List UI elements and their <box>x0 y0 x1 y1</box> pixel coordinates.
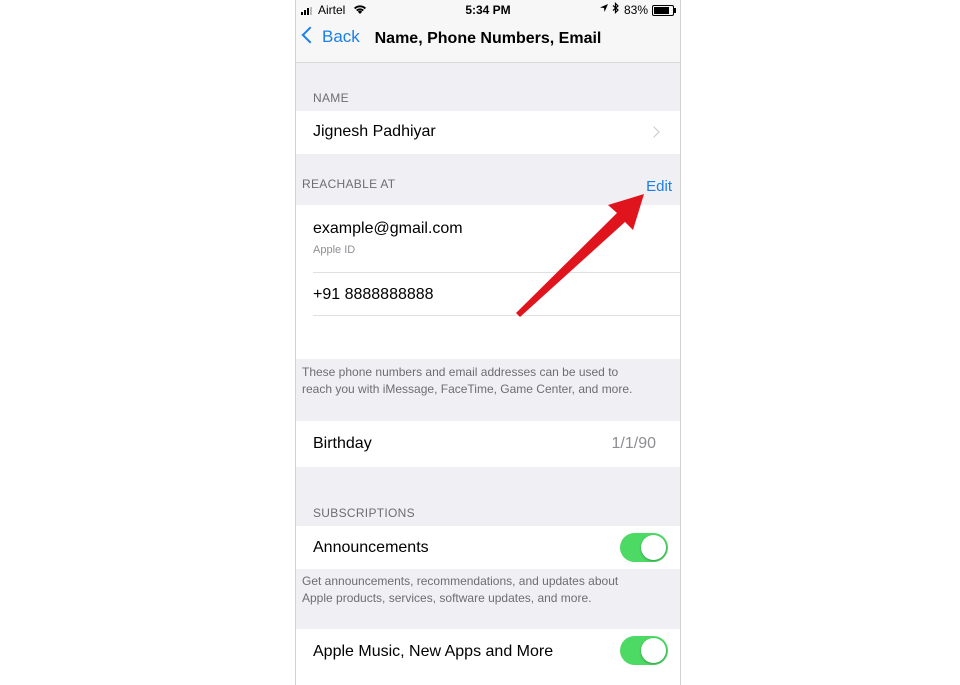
section-header-subscriptions: SUBSCRIPTIONS <box>313 506 415 520</box>
bluetooth-icon <box>612 2 620 17</box>
status-bar: Airtel 5:34 PM 83% <box>296 0 680 20</box>
phone-screen: Airtel 5:34 PM 83% Back Name, Phone Numb… <box>295 0 681 685</box>
announcements-toggle[interactable] <box>620 533 668 562</box>
location-icon <box>599 3 609 16</box>
navigation-bar: Back Name, Phone Numbers, Email <box>296 20 680 63</box>
battery-level-fill <box>654 7 669 14</box>
apple-music-toggle[interactable] <box>620 636 668 665</box>
chevron-right-icon <box>648 126 660 138</box>
reachable-footer: These phone numbers and email addresses … <box>302 364 662 398</box>
divider <box>313 272 680 273</box>
toggle-knob <box>641 535 666 560</box>
subscriptions-footer: Get announcements, recommendations, and … <box>302 573 662 607</box>
apple-music-cell: Apple Music, New Apps and More <box>296 629 680 685</box>
name-cell[interactable]: Jignesh Padhiyar <box>296 111 680 154</box>
email-subtitle: Apple ID <box>313 244 356 256</box>
battery-percentage: 83% <box>624 3 649 17</box>
status-time: 5:34 PM <box>465 3 511 17</box>
edit-button[interactable]: Edit <box>646 178 672 195</box>
name-value: Jignesh Padhiyar <box>313 123 436 140</box>
email-address[interactable]: example@gmail.com <box>313 220 463 238</box>
divider <box>313 315 680 316</box>
reachable-group: example@gmail.com Apple ID +91 888888888… <box>296 205 680 359</box>
birthday-value: 1/1/90 <box>611 435 656 452</box>
announcements-label: Announcements <box>313 539 429 556</box>
phone-number[interactable]: +91 8888888888 <box>313 286 434 304</box>
birthday-cell[interactable]: Birthday 1/1/90 <box>296 421 680 467</box>
footer-text-line: Apple products, services, software updat… <box>302 591 592 605</box>
apple-music-label: Apple Music, New Apps and More <box>313 643 554 660</box>
birthday-label: Birthday <box>313 435 372 452</box>
page-title: Name, Phone Numbers, Email <box>374 30 602 47</box>
footer-text-line: These phone numbers and email addresses … <box>302 365 619 379</box>
battery-icon <box>652 5 676 16</box>
announcements-cell: Announcements <box>296 526 680 569</box>
toggle-knob <box>641 638 666 663</box>
footer-text-line: reach you with iMessage, FaceTime, Game … <box>302 382 633 396</box>
footer-text-line: Get announcements, recommendations, and … <box>302 574 619 588</box>
section-header-name: NAME <box>313 91 349 105</box>
section-header-reachable: REACHABLE AT <box>302 177 396 191</box>
